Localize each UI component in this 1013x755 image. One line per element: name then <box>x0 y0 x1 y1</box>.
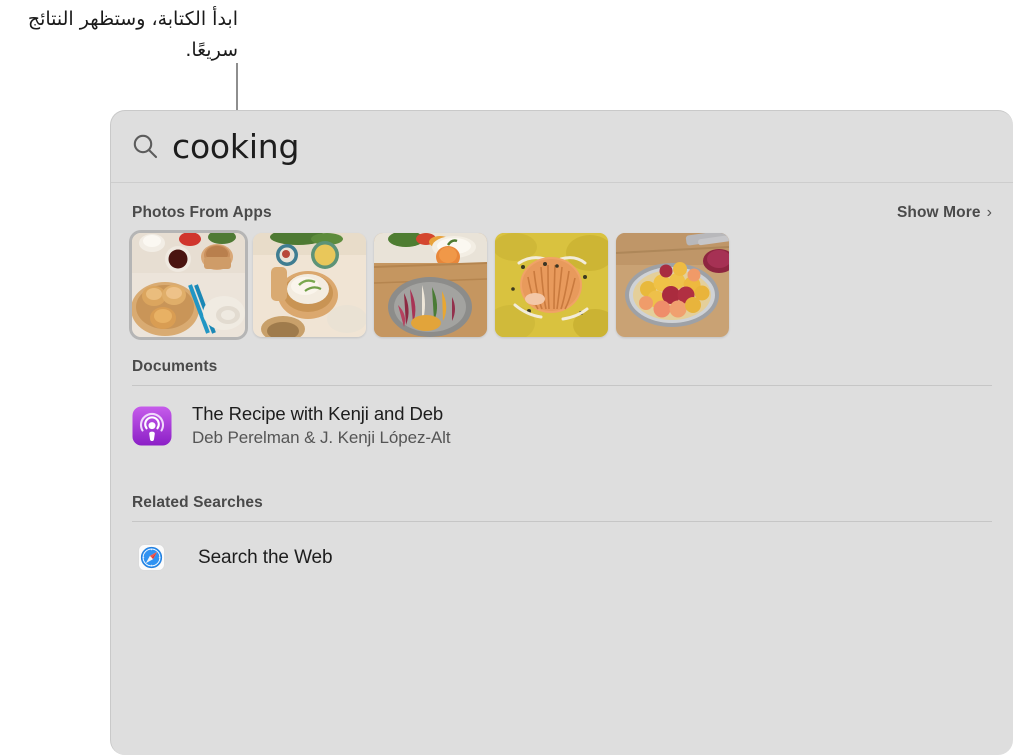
search-input[interactable]: cooking <box>172 130 299 163</box>
photo-thumbnail[interactable] <box>495 233 608 337</box>
section-related-searches: Related Searches Search the Web <box>130 494 994 627</box>
document-title: The Recipe with Kenji and Deb <box>192 403 444 424</box>
show-more-label: Show More <box>896 204 981 221</box>
section-divider <box>132 385 992 386</box>
section-documents: Documents The Recipe with Kenji and Deb … <box>130 358 994 460</box>
document-subtitle: Deb Perelman & J. Kenji López-Alt <box>192 427 451 447</box>
section-title-documents: Documents <box>132 358 218 375</box>
search-icon <box>132 133 159 160</box>
related-search-row[interactable]: Search the Web <box>130 534 994 581</box>
spotlight-window: cooking Photos From Apps Show More › Doc… <box>110 110 1013 755</box>
section-title-photos: Photos From Apps <box>132 204 272 221</box>
section-header: Related Searches <box>130 494 994 512</box>
screenshot-stage: ابدأ الكتابة، وستظهر النتائج سريعًا. coo… <box>0 0 1013 755</box>
section-header: Documents <box>130 358 994 376</box>
document-result-text: The Recipe with Kenji and Deb Deb Perelm… <box>192 402 451 450</box>
related-search-text: Search the Web <box>198 545 333 571</box>
related-search-title: Search the Web <box>198 546 333 568</box>
show-more-button[interactable]: Show More › <box>897 204 992 222</box>
results-spacer <box>130 581 994 627</box>
safari-icon <box>138 543 165 571</box>
search-bar[interactable]: cooking <box>111 111 1013 183</box>
photo-thumbnail[interactable] <box>374 233 487 337</box>
annotation-caption: ابدأ الكتابة، وستظهر النتائج سريعًا. <box>27 8 238 61</box>
chevron-right-icon: › <box>986 204 992 221</box>
photo-strip <box>130 233 994 337</box>
section-divider <box>132 520 992 522</box>
photo-thumbnail[interactable] <box>132 233 245 337</box>
section-header: Photos From Apps Show More › <box>130 204 994 222</box>
apple-podcasts-icon <box>132 406 172 446</box>
section-photos-from-apps: Photos From Apps Show More › <box>130 204 994 337</box>
document-result-row[interactable]: The Recipe with Kenji and Deb Deb Perelm… <box>130 392 994 460</box>
results-area: Photos From Apps Show More › Documents T… <box>111 204 1013 627</box>
section-title-related: Related Searches <box>132 493 263 511</box>
photo-thumbnail[interactable] <box>253 233 366 337</box>
photo-thumbnail[interactable] <box>616 233 729 337</box>
